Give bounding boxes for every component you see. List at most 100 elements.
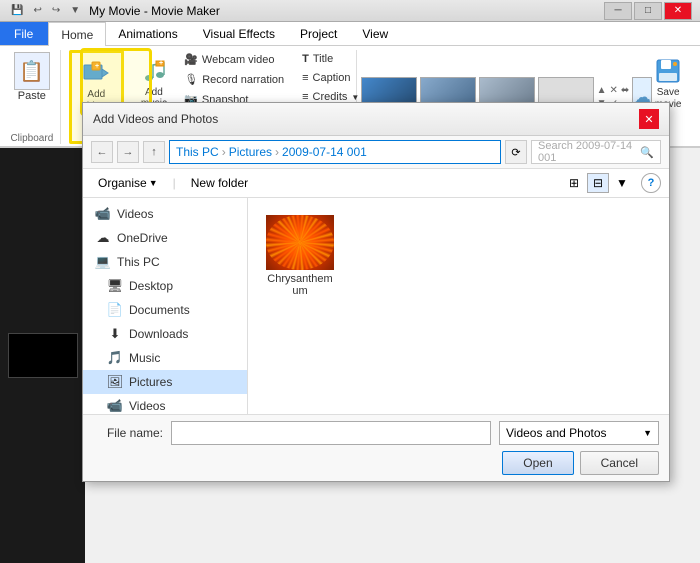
new-folder-button[interactable]: New folder xyxy=(184,173,255,193)
movie-preview xyxy=(8,333,78,378)
nav-item-videos2[interactable]: 📹 Videos xyxy=(83,394,247,414)
nav-label-downloads: Downloads xyxy=(129,327,188,341)
file-type-chevron: ▼ xyxy=(643,428,652,438)
search-box[interactable]: Search 2009-07-14 001 🔍 xyxy=(531,140,661,164)
undo-btn[interactable]: ↩ xyxy=(30,4,44,17)
refresh-button[interactable]: ⟳ xyxy=(505,140,527,164)
back-button[interactable]: ← xyxy=(91,141,113,163)
nav-item-music[interactable]: 🎵 Music xyxy=(83,346,247,370)
close-btn[interactable]: ✕ xyxy=(664,2,692,20)
nav-item-documents[interactable]: 📄 Documents xyxy=(83,298,247,322)
tab-file[interactable]: File xyxy=(0,22,48,45)
ribbon-group-clipboard: 📋 Paste Clipboard xyxy=(4,50,61,144)
nav-label-this-pc: This PC xyxy=(117,255,160,269)
paste-button[interactable]: 📋 Paste xyxy=(6,50,58,104)
downloads-icon: ⬇ xyxy=(107,326,123,342)
record-narration-button[interactable]: 🎙 Record narration xyxy=(179,70,289,89)
dialog-title-bar: Add Videos and Photos ✕ xyxy=(83,103,669,136)
webcam-video-button[interactable]: 🎥 Webcam video xyxy=(179,50,289,69)
documents-icon: 📄 xyxy=(107,302,123,318)
tab-view[interactable]: View xyxy=(350,22,401,45)
search-placeholder: Search 2009-07-14 001 xyxy=(538,140,640,164)
crumb-pictures[interactable]: Pictures xyxy=(229,145,272,159)
maximize-btn[interactable]: □ xyxy=(634,2,662,20)
this-pc-icon: 💻 xyxy=(95,254,111,270)
title-icon: T xyxy=(302,53,309,65)
save-quick-btn[interactable]: 💾 xyxy=(8,4,26,17)
nav-label-music: Music xyxy=(129,351,160,365)
help-button[interactable]: ? xyxy=(641,173,661,193)
file-type-select[interactable]: Videos and Photos ▼ xyxy=(499,421,659,445)
view-extra-btn[interactable]: ⊞ xyxy=(563,173,585,193)
videos2-icon: 📹 xyxy=(107,398,123,414)
nav-item-desktop[interactable]: 🖥 Desktop xyxy=(83,274,247,298)
onedrive-icon: ☁ xyxy=(95,230,111,246)
svg-text:+: + xyxy=(159,60,163,67)
dialog-close-button[interactable]: ✕ xyxy=(639,109,659,129)
tab-visual-effects[interactable]: Visual Effects xyxy=(191,22,288,45)
files-panel: Chrysanthemum xyxy=(248,198,669,414)
tab-animations[interactable]: Animations xyxy=(106,22,190,45)
file-chrysanthemum[interactable]: Chrysanthemum xyxy=(260,210,340,302)
tab-home[interactable]: Home xyxy=(48,22,106,46)
crumb-this-pc[interactable]: This PC xyxy=(176,145,219,159)
dialog-bottom: File name: Videos and Photos ▼ Open Canc… xyxy=(83,414,669,481)
minimize-btn[interactable]: ─ xyxy=(604,2,632,20)
nav-item-downloads[interactable]: ⬇ Downloads xyxy=(83,322,247,346)
icon-b: ✕ xyxy=(610,85,618,96)
search-icon: 🔍 xyxy=(640,146,654,159)
dialog-action-row: Open Cancel xyxy=(93,451,659,475)
webcam-icon: 🎥 xyxy=(184,53,198,66)
dropdown-btn[interactable]: ▼ xyxy=(67,4,83,17)
nav-label-videos: Videos xyxy=(117,207,153,221)
record-label: Record narration xyxy=(202,74,284,86)
organise-button[interactable]: Organise ▼ xyxy=(91,173,165,193)
file-name-label: File name: xyxy=(93,426,163,440)
icon-a: ▲ xyxy=(597,85,607,96)
title-bar: 💾 ↩ ↪ ▼ My Movie - Movie Maker ─ □ ✕ xyxy=(0,0,700,22)
music-icon: 🎵 xyxy=(107,350,123,366)
open-button[interactable]: Open xyxy=(502,451,573,475)
cancel-button[interactable]: Cancel xyxy=(580,451,659,475)
record-icon: 🎙 xyxy=(184,73,198,86)
caption-button[interactable]: ≡ Caption xyxy=(297,69,364,87)
up-button[interactable]: ↑ xyxy=(143,141,165,163)
nav-item-this-pc[interactable]: 💻 This PC xyxy=(83,250,247,274)
caption-label: Caption xyxy=(313,72,351,84)
crumb-folder[interactable]: 2009-07-14 001 xyxy=(282,145,367,159)
view-dropdown-btn[interactable]: ▼ xyxy=(611,173,633,193)
nav-panel: 📹 Videos ☁ OneDrive 💻 This PC 🖥 Desktop … xyxy=(83,198,248,414)
title-button[interactable]: T Title xyxy=(297,50,364,68)
browser-body: 📹 Videos ☁ OneDrive 💻 This PC 🖥 Desktop … xyxy=(83,198,669,414)
address-bar: ← → ↑ This PC › Pictures › 2009-07-14 00… xyxy=(83,136,669,169)
view-buttons: ⊞ ⊟ ▼ xyxy=(563,173,633,193)
movie-area xyxy=(0,148,85,563)
file-label-chrysanthemum: Chrysanthemum xyxy=(265,273,335,297)
nav-label-documents: Documents xyxy=(129,303,190,317)
paste-label: Paste xyxy=(18,90,46,102)
chrysanthemum-thumbnail xyxy=(266,215,334,270)
webcam-label: Webcam video xyxy=(202,54,275,66)
pictures-icon: 🖼 xyxy=(107,374,123,390)
forward-button[interactable]: → xyxy=(117,141,139,163)
redo-btn[interactable]: ↪ xyxy=(49,4,63,17)
tab-project[interactable]: Project xyxy=(288,22,350,45)
svg-text:+: + xyxy=(95,63,99,70)
caption-icon: ≡ xyxy=(302,72,308,84)
paste-icon: 📋 xyxy=(14,52,50,90)
view-list-btn[interactable]: ⊟ xyxy=(587,173,609,193)
save-movie-icon xyxy=(652,55,684,87)
organise-chevron: ▼ xyxy=(149,178,158,188)
nav-item-pictures[interactable]: 🖼 Pictures xyxy=(83,370,247,394)
add-videos-dialog: Add Videos and Photos ✕ ← → ↑ This PC › … xyxy=(82,102,670,482)
address-path[interactable]: This PC › Pictures › 2009-07-14 001 xyxy=(169,140,501,164)
new-folder-label: New folder xyxy=(191,176,248,190)
nav-item-videos[interactable]: 📹 Videos xyxy=(83,202,247,226)
add-videos-icon: + xyxy=(80,57,112,89)
chrysanthemum-image xyxy=(266,215,334,270)
file-name-input[interactable] xyxy=(171,421,491,445)
file-name-row: File name: Videos and Photos ▼ xyxy=(93,421,659,445)
nav-item-onedrive[interactable]: ☁ OneDrive xyxy=(83,226,247,250)
toolbar-separator: | xyxy=(173,176,176,190)
window-controls: ─ □ ✕ xyxy=(604,2,692,20)
